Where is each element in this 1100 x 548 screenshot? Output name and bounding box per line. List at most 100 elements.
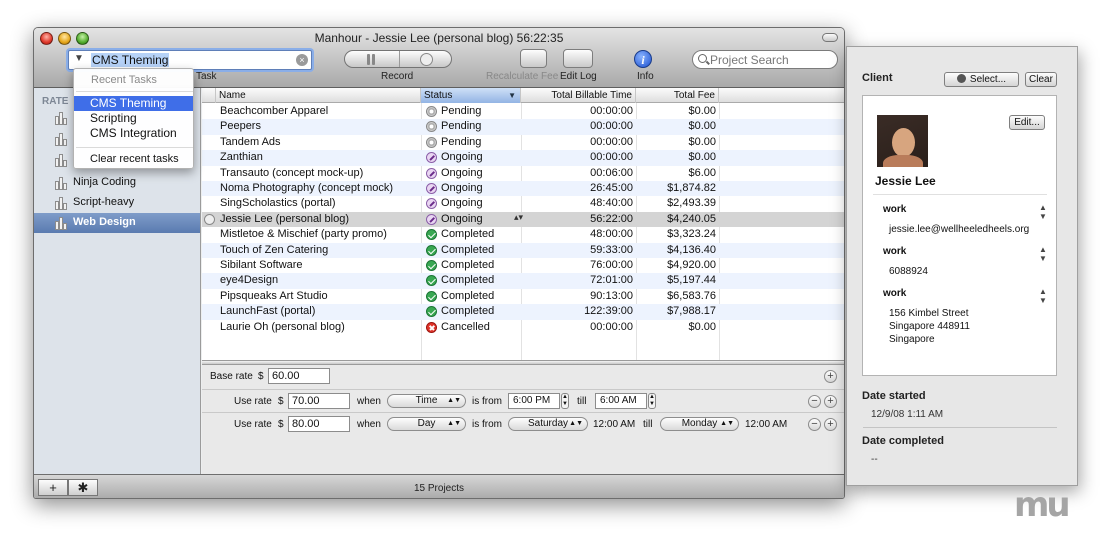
- field-type-stepper-icon[interactable]: ▲ ▼: [1039, 203, 1047, 221]
- ongoing-status-icon: [426, 183, 437, 194]
- rule2-till-day-popup[interactable]: Monday ▲▼: [660, 417, 739, 431]
- column-header-fee[interactable]: Total Fee: [636, 88, 719, 103]
- column-header-name[interactable]: Name: [216, 88, 421, 103]
- status-cell: Completed: [424, 243, 520, 258]
- date-started-label: Date started: [862, 390, 926, 402]
- menu-item-cms-integration[interactable]: CMS Integration: [74, 126, 193, 141]
- column-header-status[interactable]: Status ▼: [421, 88, 521, 103]
- ongoing-status-icon: [426, 167, 437, 179]
- table-row[interactable]: eye4Design Completed 72:01:00 $5,197.44: [202, 273, 844, 289]
- sidebar-item-ninja-coding[interactable]: Ninja Coding: [34, 173, 200, 193]
- rule1-rate-input[interactable]: 70.00: [288, 393, 350, 409]
- table-row[interactable]: Peepers Pending 00:00:00 $0.00: [202, 119, 844, 135]
- total-fee-cell: $5,197.44: [667, 274, 716, 287]
- contact-address-line-3[interactable]: Singapore: [889, 333, 935, 346]
- billable-time-cell: 00:00:00: [590, 135, 633, 148]
- table-row[interactable]: LaunchFast (portal) Completed 122:39:00 $7,…: [202, 304, 844, 320]
- clear-recent-tasks[interactable]: Clear recent tasks: [90, 153, 179, 165]
- table-row[interactable]: Laurie Oh (personal blog) Cancelled 00:00:…: [202, 320, 844, 335]
- ongoing-status-icon: [426, 213, 437, 225]
- status-cell: Ongoing: [424, 166, 520, 181]
- total-fee-cell: $4,920.00: [667, 259, 716, 271]
- table-row[interactable]: Jessie Lee (personal blog) Ongoing ▴▾ 56:22…: [202, 211, 844, 228]
- sidebar-item-web-design[interactable]: Web Design: [34, 213, 200, 233]
- rule1-from-time[interactable]: 6:00 PM: [508, 393, 560, 409]
- billable-time-cell: 00:00:00: [590, 320, 633, 333]
- status-cell: Completed: [424, 258, 520, 273]
- table-row[interactable]: Noma Photography (concept mock) Ongoing 26…: [202, 181, 844, 197]
- edit-log-button[interactable]: [563, 49, 593, 68]
- field-type-stepper-icon[interactable]: ▲ ▼: [1039, 245, 1047, 263]
- record-segmented-control: [344, 50, 452, 68]
- rule2-from-day-popup[interactable]: Saturday ▲▼: [508, 417, 588, 431]
- rule2-rate-input[interactable]: 80.00: [288, 416, 350, 432]
- info-icon[interactable]: i: [634, 50, 652, 68]
- rule2-type-popup[interactable]: Day ▲▼: [387, 417, 466, 431]
- project-name-cell: Beachcomber Apparel: [220, 105, 329, 117]
- rule1-till-time[interactable]: 6:00 AM: [595, 393, 647, 409]
- pause-icon[interactable]: [366, 54, 377, 65]
- contact-phone[interactable]: 6088924: [889, 265, 928, 278]
- clear-client-button[interactable]: Clear: [1025, 72, 1057, 87]
- contact-name: Jessie Lee: [875, 174, 936, 188]
- billable-time-cell: 00:00:00: [590, 105, 633, 117]
- project-count: 15 Projects: [413, 483, 465, 494]
- status-cell: Completed: [424, 289, 520, 304]
- select-client-button[interactable]: Select...: [944, 72, 1019, 87]
- column-header-time[interactable]: Total Billable Time: [521, 88, 636, 103]
- ongoing-status-icon: [426, 152, 437, 164]
- stopwatch-icon[interactable]: [420, 53, 433, 66]
- rate-icon: [54, 195, 69, 210]
- field-type-label: work: [883, 204, 907, 215]
- add-rule-button[interactable]: +: [824, 418, 837, 431]
- status-cell: Pending: [424, 119, 520, 134]
- menu-header: Recent Tasks: [91, 74, 157, 86]
- task-label: Task: [196, 71, 217, 82]
- contact-email[interactable]: jessie.lee@wellheeledheels.org: [889, 223, 1029, 236]
- edit-contact-button[interactable]: Edit...: [1009, 115, 1045, 130]
- add-rule-button[interactable]: +: [824, 395, 837, 408]
- field-type-stepper-icon[interactable]: ▲ ▼: [1039, 287, 1047, 305]
- sidebar-item-script-heavy[interactable]: Script-heavy: [34, 193, 200, 213]
- menu-item-scripting[interactable]: Scripting: [74, 111, 193, 126]
- table-row[interactable]: Touch of Zen Catering Completed 59:33:00 $4…: [202, 242, 844, 258]
- table-row[interactable]: Beachcomber Apparel Pending 00:00:00 $0.00: [202, 104, 844, 119]
- recalculate-fee-button[interactable]: [520, 49, 547, 68]
- task-input-value[interactable]: CMS Theming: [91, 53, 170, 67]
- pending-status-icon: [426, 136, 437, 148]
- project-search-field[interactable]: Project Search: [692, 50, 838, 69]
- task-combo-field[interactable]: ▼ CMS Theming ×: [68, 50, 312, 70]
- rate-rules-panel: Base rate $ 60.00 + Use rate $ 70.00 whe…: [202, 365, 844, 474]
- base-rate-input[interactable]: 60.00: [268, 368, 330, 384]
- contact-address-line-1[interactable]: 156 Kimbel Street: [889, 307, 969, 320]
- add-rule-button[interactable]: +: [824, 370, 837, 383]
- window-title: Manhour - Jessie Lee (personal blog) 56:…: [314, 31, 564, 45]
- status-cell: Pending: [424, 135, 520, 150]
- table-row[interactable]: SingScholastics (portal) Ongoing 48:40:00 $…: [202, 196, 844, 211]
- project-name-cell: Pipsqueaks Art Studio: [220, 289, 328, 302]
- table-row[interactable]: Zanthian Ongoing 00:00:00 $0.00: [202, 150, 844, 166]
- table-row[interactable]: Pipsqueaks Art Studio Completed 90:13:00 $6…: [202, 289, 844, 304]
- status-cell: Cancelled: [424, 320, 520, 335]
- rate-icon: [54, 110, 69, 125]
- clear-field-icon[interactable]: ×: [296, 54, 308, 66]
- status-popup-arrows-icon[interactable]: ▴▾: [514, 212, 523, 223]
- cancelled-status-icon: [426, 321, 437, 333]
- contact-address-line-2[interactable]: Singapore 448911: [889, 320, 970, 333]
- rule1-type-popup[interactable]: Time ▲▼: [387, 394, 466, 408]
- rate-rule-time: Use rate $ 70.00 when Time ▲▼ is from 6:0…: [202, 389, 844, 412]
- menu-item-cms-theming[interactable]: CMS Theming: [74, 96, 193, 111]
- toolbar-toggle-button[interactable]: [822, 33, 838, 42]
- dropdown-triangle-icon[interactable]: ▼: [74, 53, 84, 64]
- table-row[interactable]: Transauto (concept mock-up) Ongoing 00:06:…: [202, 166, 844, 181]
- pending-status-icon: [426, 121, 437, 133]
- table-row[interactable]: Tandem Ads Pending 00:00:00 $0.00: [202, 135, 844, 150]
- rule1-till-stepper[interactable]: ▲ ▼: [648, 393, 656, 409]
- status-cell: Completed: [424, 304, 520, 319]
- rule1-from-stepper[interactable]: ▲ ▼: [561, 393, 569, 409]
- remove-rule-button[interactable]: −: [808, 418, 821, 431]
- table-row[interactable]: Mistletoe & Mischief (party promo) Comple…: [202, 227, 844, 242]
- table-row[interactable]: Sibilant Software Completed 76:00:00 $4,920…: [202, 258, 844, 273]
- remove-rule-button[interactable]: −: [808, 395, 821, 408]
- ongoing-status-icon: [426, 198, 437, 210]
